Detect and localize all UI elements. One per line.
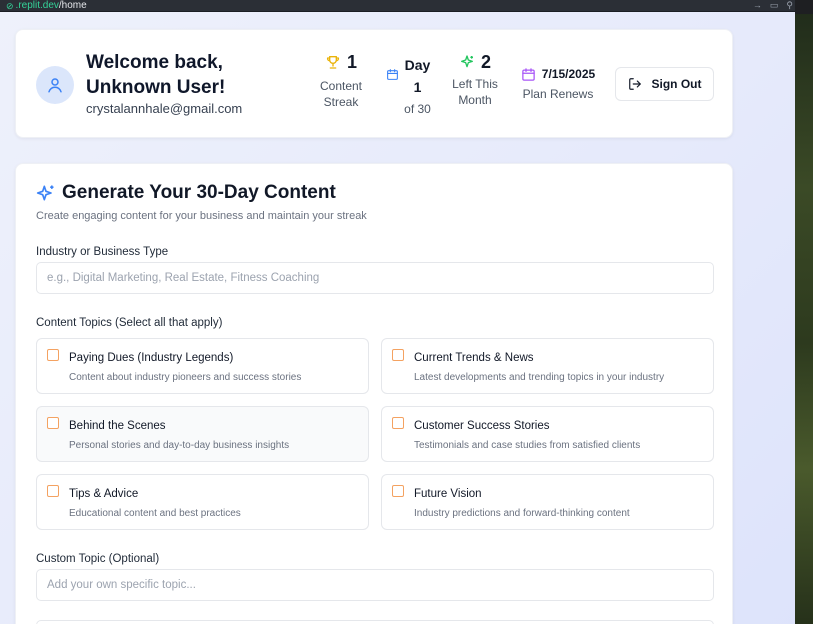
sparkles-icon: [36, 185, 54, 201]
user-icon: [48, 78, 62, 93]
industry-input[interactable]: e.g., Digital Marketing, Real Estate, Fi…: [36, 262, 714, 294]
topic-option-customer-success[interactable]: Customer Success Stories Testimonials an…: [381, 406, 714, 462]
url-host: .replit.dev: [15, 0, 59, 11]
plan-label: Plan Renews: [522, 87, 594, 101]
topic-title: Customer Success Stories: [414, 420, 550, 432]
plan-renews-stat: 7/15/2025 Plan Renews: [516, 66, 600, 102]
desktop-background: [795, 0, 813, 624]
topic-option-future-vision[interactable]: Future Vision Industry predictions and f…: [381, 474, 714, 530]
topic-option-tips-advice[interactable]: Tips & Advice Educational content and be…: [36, 474, 369, 530]
topic-checkbox[interactable]: [392, 417, 404, 429]
industry-label: Industry or Business Type: [36, 246, 169, 258]
topics-label: Content Topics (Select all that apply): [36, 317, 223, 329]
calendar-icon: [522, 67, 535, 81]
topic-title: Paying Dues (Industry Legends): [69, 352, 234, 364]
generator-title-row: Generate Your 30-Day Content: [36, 182, 336, 204]
day-value: 1: [413, 79, 422, 95]
wrench-icon[interactable]: ⚲: [786, 0, 793, 11]
left-this-month-stat: 2 Left This Month: [446, 52, 504, 108]
day-of-total: of 30: [404, 102, 431, 116]
left-label-2: Month: [458, 93, 492, 107]
welcome-heading: Welcome back, Unknown User!: [86, 52, 226, 98]
url-path: /home: [58, 0, 87, 11]
link-icon: ⊘: [6, 0, 14, 11]
day-word: Day: [404, 57, 431, 73]
topic-checkbox[interactable]: [47, 485, 59, 497]
desktop-menubar: [795, 0, 813, 14]
logout-icon: [628, 78, 641, 90]
industry-placeholder: e.g., Digital Marketing, Real Estate, Fi…: [47, 272, 320, 284]
custom-topic-label: Custom Topic (Optional): [36, 553, 160, 565]
next-field-partial[interactable]: [36, 620, 714, 624]
custom-topic-placeholder: Add your own specific topic...: [47, 579, 196, 591]
forward-icon[interactable]: →: [753, 0, 762, 11]
topic-description: Personal stories and day-to-day business…: [69, 440, 290, 451]
streak-label-2: Streak: [323, 95, 359, 109]
topic-description: Latest developments and trending topics …: [414, 372, 665, 383]
custom-topic-input[interactable]: Add your own specific topic...: [36, 569, 714, 601]
streak-label-1: Content: [319, 79, 363, 93]
screen-icon[interactable]: ▭: [770, 0, 779, 11]
topic-title: Behind the Scenes: [69, 420, 166, 432]
topic-description: Content about industry pioneers and succ…: [69, 372, 302, 383]
topic-checkbox[interactable]: [47, 349, 59, 361]
sign-out-button[interactable]: Sign Out: [615, 67, 714, 101]
user-email: crystalannhale@gmail.com: [86, 101, 243, 116]
user-header-card: Welcome back, Unknown User! crystalannha…: [15, 29, 733, 138]
topic-option-behind-the-scenes[interactable]: Behind the Scenes Personal stories and d…: [36, 406, 369, 462]
topic-option-paying-dues[interactable]: Paying Dues (Industry Legends) Content a…: [36, 338, 369, 394]
sparkles-icon: [460, 55, 473, 68]
topic-title: Current Trends & News: [414, 352, 534, 364]
topic-description: Testimonials and case studies from satis…: [414, 440, 641, 451]
topic-checkbox[interactable]: [392, 485, 404, 497]
trophy-icon: [326, 56, 340, 69]
left-label-1: Left This: [452, 77, 498, 91]
day-stat: Day 1 of 30: [381, 54, 435, 117]
topic-option-current-trends[interactable]: Current Trends & News Latest development…: [381, 338, 714, 394]
generator-subtitle: Create engaging content for your busines…: [36, 210, 367, 222]
browser-url-bar[interactable]: ⊘ .replit.dev /home → ▭ ⚲: [0, 0, 795, 12]
left-value: 2: [480, 52, 491, 72]
streak-stat: 1 Content Streak: [314, 52, 368, 110]
calendar-icon: [386, 69, 398, 80]
plan-date: 7/15/2025: [541, 67, 596, 81]
topic-description: Educational content and best practices: [69, 508, 241, 519]
avatar: [36, 66, 74, 104]
topic-checkbox[interactable]: [392, 349, 404, 361]
topic-title: Future Vision: [414, 488, 482, 500]
topic-checkbox[interactable]: [47, 417, 59, 429]
content-generator-card: Generate Your 30-Day Content Create enga…: [15, 163, 733, 624]
sign-out-label: Sign Out: [651, 77, 702, 91]
topic-title: Tips & Advice: [69, 488, 139, 500]
topic-description: Industry predictions and forward-thinkin…: [414, 508, 630, 519]
generator-title: Generate Your 30-Day Content: [62, 182, 336, 203]
streak-value: 1: [346, 52, 357, 72]
